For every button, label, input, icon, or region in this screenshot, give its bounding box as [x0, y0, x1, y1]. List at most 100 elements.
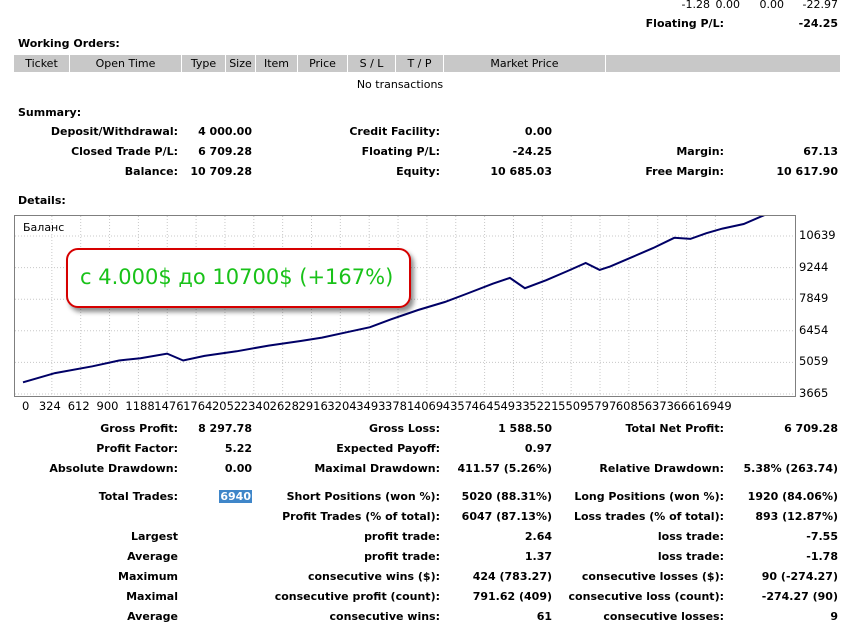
y-tick-label: 3665 [799, 386, 829, 400]
total-net-profit-value: 6 709.28 [784, 422, 838, 435]
maximal-label: Maximal [126, 590, 178, 603]
margin-label: Margin: [676, 145, 724, 158]
gross-profit-label: Gross Profit: [100, 422, 178, 435]
balance-label: Balance: [124, 165, 178, 178]
col-price[interactable]: Price [298, 55, 348, 72]
x-tick-label: 2916 [298, 399, 328, 413]
average-wins-label: consecutive wins: [329, 610, 440, 623]
top-floating-label: Floating P/L: [645, 17, 724, 30]
x-tick-label: 3204 [327, 399, 357, 413]
free-margin-label: Free Margin: [645, 165, 724, 178]
x-tick-label: 4645 [471, 399, 501, 413]
x-tick-label: 324 [38, 399, 61, 413]
col-sl[interactable]: S / L [348, 55, 396, 72]
loss-trades-value: 893 (12.87%) [755, 510, 838, 523]
x-tick-label: 3781 [385, 399, 415, 413]
average-wins-value: 61 [536, 610, 552, 623]
x-tick-label: 5509 [558, 399, 588, 413]
relative-drawdown-value: 5.38% (263.74) [743, 462, 839, 475]
largest-loss-label: loss trade: [657, 530, 724, 543]
total-trades-value[interactable]: 6940 [219, 490, 252, 503]
x-tick-label: 4933 [500, 399, 530, 413]
callout-text: с 4.000$ до 10700$ (+167%) [80, 265, 394, 289]
total-trades-selected[interactable]: 6940 [219, 490, 252, 503]
maximum-losses-label: consecutive losses ($): [581, 570, 724, 583]
average-loss-value: -1.78 [806, 550, 838, 563]
loss-trades-label: Loss trades (% of total): [573, 510, 724, 523]
x-tick-label: 2628 [269, 399, 299, 413]
y-tick-label: 6454 [799, 322, 829, 337]
x-tick-label: 3493 [356, 399, 386, 413]
floating-pl-value: -24.25 [512, 145, 552, 158]
average-profit-value: 1.37 [524, 550, 552, 563]
total-trades-label: Total Trades: [98, 490, 178, 503]
col-item[interactable]: Item [256, 55, 298, 72]
summary-title: Summary: [18, 106, 82, 119]
short-positions-value: 5020 (88.31%) [461, 490, 552, 503]
maximum-losses-value: 90 (-274.27) [761, 570, 838, 583]
maximum-wins-value: 424 (783.27) [472, 570, 552, 583]
profit-factor-value: 5.22 [224, 442, 252, 455]
absolute-drawdown-value: 0.00 [224, 462, 252, 475]
x-tick-label: 6085 [615, 399, 646, 413]
y-tick-label: 9244 [799, 259, 829, 274]
maximal-profit-value: 791.62 (409) [472, 590, 552, 603]
top-cell-2: 0.00 [715, 0, 741, 11]
x-tick-label: 4069 [413, 399, 444, 413]
maximal-drawdown-value: 411.57 (5.26%) [457, 462, 553, 475]
col-tp[interactable]: T / P [396, 55, 444, 72]
x-tick-label: 4357 [442, 399, 473, 413]
largest-label: Largest [131, 530, 178, 543]
col-market-price[interactable]: Market Price [444, 55, 606, 72]
long-positions-value: 1920 (84.06%) [747, 490, 838, 503]
average-loss-label: loss trade: [657, 550, 724, 563]
free-margin-value: 10 617.90 [776, 165, 838, 178]
x-tick-label: 6661 [673, 399, 703, 413]
top-cell-4: -22.97 [802, 0, 838, 11]
maximum-label: Maximum [118, 570, 178, 583]
x-tick-label: 900 [96, 399, 119, 413]
col-open-time[interactable]: Open Time [70, 55, 182, 72]
average-label: Average [127, 550, 178, 563]
col-size[interactable]: Size [226, 55, 256, 72]
average-profit-label: profit trade: [364, 550, 440, 563]
maximal-loss-value: -274.27 (90) [761, 590, 838, 603]
top-cell-1: -1.28 [681, 0, 710, 11]
no-transactions-text: No transactions [356, 78, 444, 91]
gross-loss-value: 1 588.50 [498, 422, 552, 435]
maximal-drawdown-label: Maximal Drawdown: [314, 462, 440, 475]
average-consecutive-label: Average [127, 610, 178, 623]
margin-value: 67.13 [803, 145, 838, 158]
relative-drawdown-label: Relative Drawdown: [599, 462, 724, 475]
x-tick-label: 0 [22, 399, 30, 413]
x-tick-label: 2340 [240, 399, 271, 413]
details-title: Details: [18, 194, 66, 207]
col-ticket[interactable]: Ticket [14, 55, 70, 72]
credit-facility-label: Credit Facility: [349, 125, 440, 138]
x-tick-label: 5797 [587, 399, 617, 413]
gross-loss-label: Gross Loss: [369, 422, 440, 435]
closed-trade-value: 6 709.28 [198, 145, 252, 158]
x-tick-label: 6949 [702, 399, 732, 413]
y-tick-label: 10639 [799, 228, 836, 242]
x-tick-label: 1764 [183, 399, 213, 413]
top-cell-3: 0.00 [759, 0, 785, 11]
x-tick-label: 2052 [211, 399, 242, 413]
maximal-profit-label: consecutive profit (count): [274, 590, 440, 603]
equity-value: 10 685.03 [490, 165, 552, 178]
expected-payoff-label: Expected Payoff: [336, 442, 440, 455]
x-tick-label: 1188 [125, 399, 155, 413]
expected-payoff-value: 0.97 [524, 442, 552, 455]
col-type[interactable]: Type [182, 55, 226, 72]
x-tick-label: 6373 [644, 399, 674, 413]
total-net-profit-label: Total Net Profit: [625, 422, 725, 435]
x-tick-label: 5221 [529, 399, 559, 413]
maximal-loss-label: consecutive loss (count): [568, 590, 724, 603]
profit-trades-value: 6047 (87.13%) [461, 510, 552, 523]
credit-facility-value: 0.00 [524, 125, 552, 138]
chart-title: Баланс [23, 221, 65, 234]
gross-profit-value: 8 297.78 [198, 422, 252, 435]
average-losses-value: 9 [830, 610, 838, 623]
floating-pl-label: Floating P/L: [361, 145, 440, 158]
absolute-drawdown-label: Absolute Drawdown: [49, 462, 178, 475]
